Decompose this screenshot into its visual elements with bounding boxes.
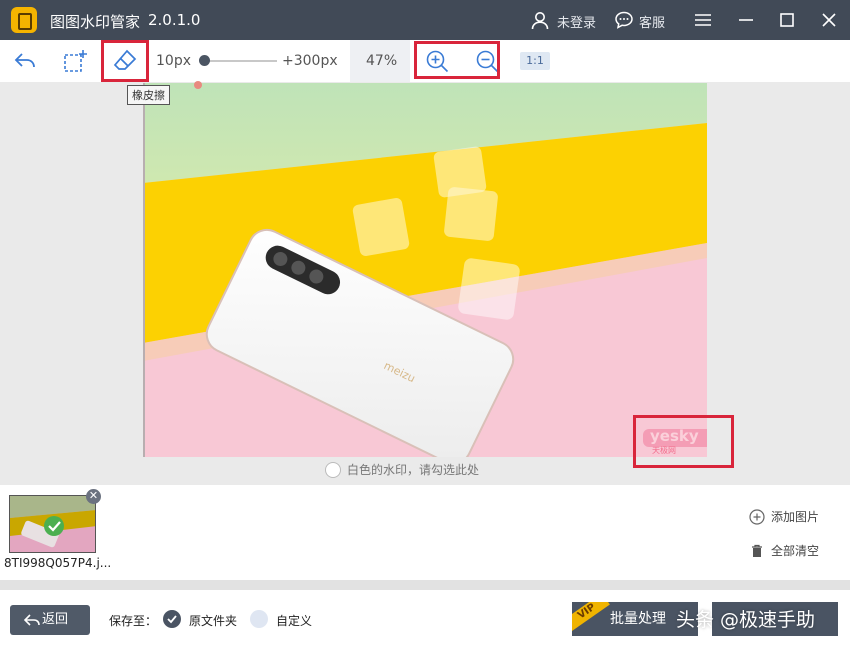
file-name: 8TI998Q057P4.j... <box>4 556 112 570</box>
add-image-label: 添加图片 <box>771 510 820 524</box>
radio-original-folder[interactable] <box>163 610 181 628</box>
white-watermark-option[interactable]: 白色的水印，请勾选此处 <box>325 461 479 478</box>
overlay-watermark: 头条 @极速手助 <box>676 609 816 631</box>
photo-canvas[interactable]: meizu yesky 天极网 <box>143 83 707 457</box>
zoom-highlight <box>414 41 500 79</box>
brush-size-min: 10px <box>156 53 191 69</box>
user-icon[interactable] <box>530 10 550 30</box>
app-logo-icon <box>11 7 37 33</box>
eraser-tooltip: 橡皮擦 <box>127 85 170 105</box>
brush-size-max: +300px <box>282 53 338 69</box>
thumbnail-image <box>10 496 95 552</box>
brush-size-slider[interactable] <box>205 60 277 62</box>
title-bar: 图图水印管家 2.0.1.0 未登录 客服 <box>0 0 850 40</box>
option-original-folder[interactable]: 原文件夹 <box>189 612 237 629</box>
crop-select-icon <box>64 50 87 72</box>
maximize-button[interactable] <box>774 7 800 33</box>
vip-badge: VIP <box>572 602 610 631</box>
app-version: 2.0.1.0 <box>148 11 201 29</box>
crop-button[interactable] <box>58 44 92 78</box>
remove-file-button[interactable]: ✕ <box>86 489 101 504</box>
add-circle-icon <box>749 509 765 525</box>
chat-icon[interactable] <box>614 10 634 30</box>
divider <box>0 580 850 590</box>
eraser-highlight <box>101 40 149 82</box>
save-to-label: 保存至： <box>109 614 158 628</box>
check-icon <box>167 615 177 624</box>
menu-icon[interactable] <box>690 7 716 33</box>
batch-process-label: 批量处理 <box>610 611 666 627</box>
file-thumbnail[interactable] <box>9 495 96 553</box>
back-button[interactable]: 返回 <box>10 605 90 635</box>
back-label: 返回 <box>42 612 69 627</box>
brush-size-slider-handle[interactable] <box>199 55 210 66</box>
undo-icon <box>14 53 35 68</box>
photo-image: meizu yesky 天极网 <box>143 83 707 457</box>
file-strip <box>0 485 850 580</box>
eraser-cursor <box>194 81 202 89</box>
radio-custom[interactable] <box>250 610 268 628</box>
app-title: 图图水印管家 <box>50 13 141 31</box>
white-watermark-label: 白色的水印，请勾选此处 <box>347 463 480 477</box>
zoom-level: 47% <box>366 53 398 69</box>
option-custom[interactable]: 自定义 <box>276 612 312 629</box>
trash-icon <box>752 544 762 557</box>
close-button[interactable] <box>816 7 842 33</box>
undo-button[interactable] <box>8 44 42 78</box>
actual-size-button[interactable]: 1:1 <box>520 52 550 70</box>
toolbar: 10px +300px 47% 1:1 <box>0 40 850 82</box>
white-watermark-radio[interactable] <box>325 462 341 478</box>
login-link[interactable]: 未登录 <box>557 12 596 31</box>
watermark-selection-box[interactable] <box>633 415 734 468</box>
clear-all-label: 全部清空 <box>771 544 820 558</box>
app-window: 图图水印管家 2.0.1.0 未登录 客服 10px +300px 47% 1:… <box>0 0 850 650</box>
service-link[interactable]: 客服 <box>639 12 665 31</box>
back-arrow-icon <box>24 614 40 626</box>
minimize-button[interactable] <box>733 7 759 33</box>
